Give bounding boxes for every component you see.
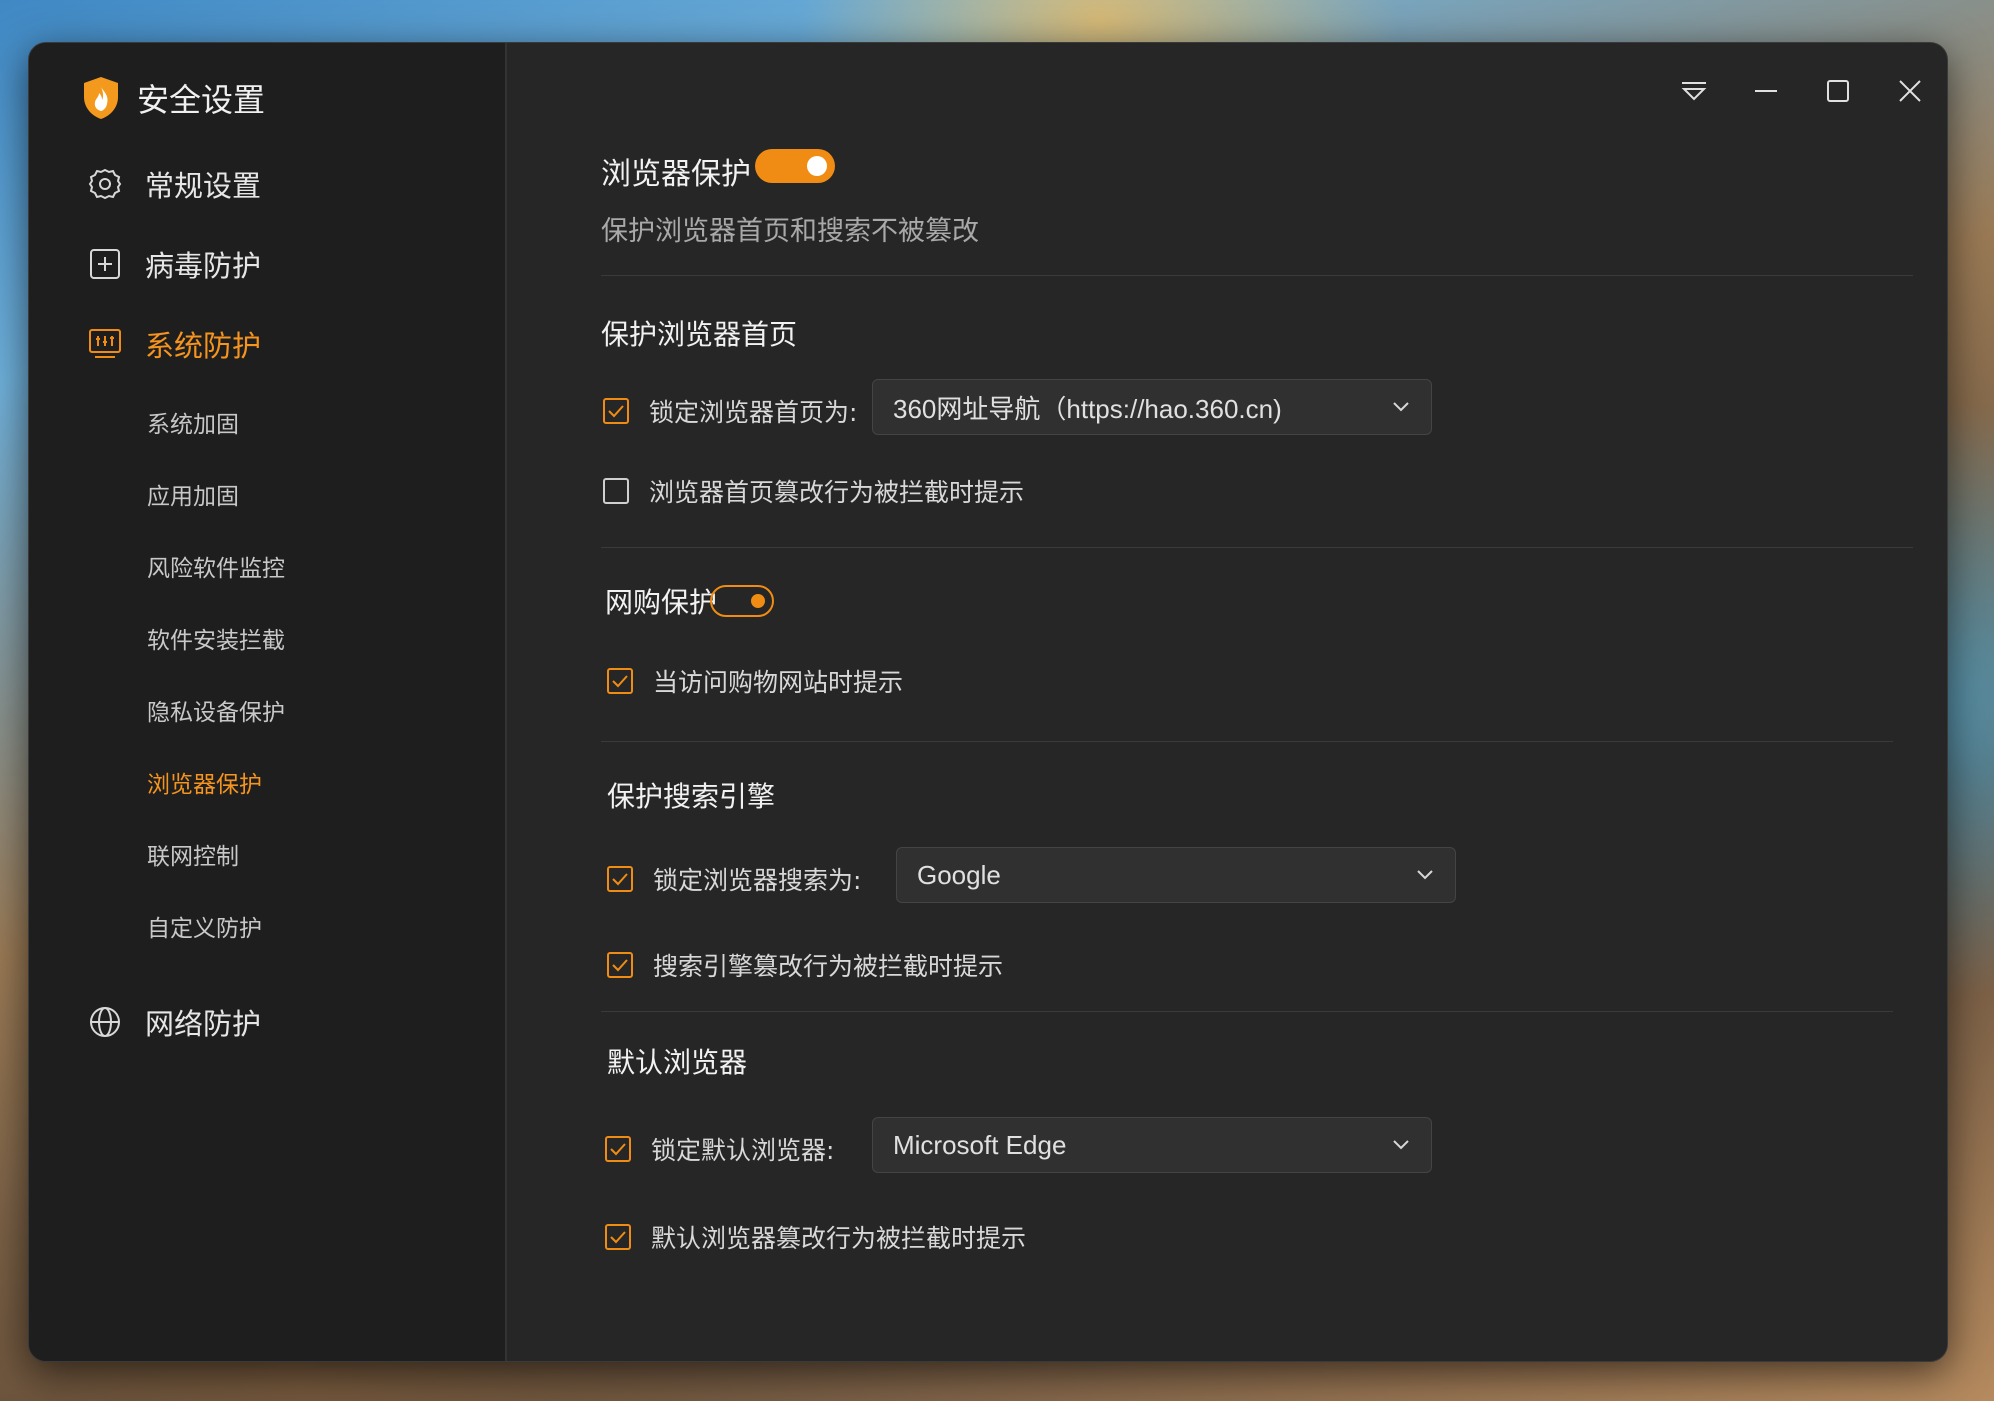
minimize-button[interactable] <box>1746 71 1786 111</box>
default-browser-prompt-label: 默认浏览器篡改行为被拦截时提示 <box>651 1224 1027 1253</box>
sidebar-sub-app-hardening[interactable]: 应用加固 <box>147 477 239 511</box>
search-lock-label: 锁定浏览器搜索为: <box>653 866 862 895</box>
sidebar-item-general[interactable]: 常规设置 <box>87 163 261 205</box>
sidebar-item-label: 系统防护 <box>145 329 262 363</box>
sidebar-item-network[interactable]: 网络防护 <box>87 1001 261 1043</box>
default-browser-lock-row: 锁定默认浏览器: <box>605 1131 834 1167</box>
search-prompt-label: 搜索引擎篡改行为被拦截时提示 <box>653 952 1004 981</box>
main-panel: 浏览器保护 保护浏览器首页和搜索不被篡改 保护浏览器首页 锁定浏览器首页为: 3… <box>509 43 1947 1361</box>
maximize-button[interactable] <box>1818 71 1858 111</box>
sidebar-sub-install-block[interactable]: 软件安装拦截 <box>147 621 285 655</box>
app-title-bar: 安全设置 <box>81 75 265 121</box>
default-browser-prompt-row: 默认浏览器篡改行为被拦截时提示 <box>605 1219 1026 1255</box>
homepage-select-value: 360网址导航（https://hao.360.cn) <box>893 393 1282 424</box>
section-title-homepage: 保护浏览器首页 <box>601 318 798 351</box>
shopping-prompt-row: 当访问购物网站时提示 <box>607 663 903 699</box>
divider <box>601 741 1893 742</box>
homepage-lock-label: 锁定浏览器首页为: <box>649 398 858 427</box>
checkmark-icon <box>610 1143 626 1156</box>
sidebar-sub-browser-protection[interactable]: 浏览器保护 <box>147 765 262 799</box>
sidebar-sub-risk-software[interactable]: 风险软件监控 <box>147 549 285 583</box>
sidebar-sub-network-control[interactable]: 联网控制 <box>147 837 239 871</box>
shopping-prompt-checkbox[interactable] <box>607 668 633 694</box>
search-prompt-checkbox[interactable] <box>607 952 633 978</box>
sidebar: 安全设置 常规设置 病毒防护 系统防护 系统加固 应用加固 风险软件监控 软件安… <box>29 43 507 1361</box>
chevron-down-icon <box>1393 402 1409 412</box>
close-button[interactable] <box>1890 71 1930 111</box>
homepage-lock-checkbox[interactable] <box>603 398 629 424</box>
app-title: 安全设置 <box>137 81 266 119</box>
homepage-prompt-label: 浏览器首页篡改行为被拦截时提示 <box>649 478 1025 507</box>
settings-window: 安全设置 常规设置 病毒防护 系统防护 系统加固 应用加固 风险软件监控 软件安… <box>28 42 1948 1362</box>
sidebar-item-label: 常规设置 <box>145 169 262 203</box>
default-browser-select-value: Microsoft Edge <box>893 1129 1067 1160</box>
search-lock-row: 锁定浏览器搜索为: <box>607 861 861 897</box>
search-engine-select-value: Google <box>917 859 1001 890</box>
shopping-protection-toggle[interactable] <box>710 585 774 617</box>
default-browser-prompt-checkbox[interactable] <box>605 1224 631 1250</box>
sidebar-sub-privacy-device[interactable]: 隐私设备保护 <box>147 693 285 727</box>
checkmark-icon <box>608 405 624 418</box>
checkmark-icon <box>610 1231 626 1244</box>
homepage-select[interactable]: 360网址导航（https://hao.360.cn) <box>872 379 1432 435</box>
search-lock-checkbox[interactable] <box>607 866 633 892</box>
divider <box>601 1011 1893 1012</box>
globe-icon <box>87 1004 123 1040</box>
browser-protection-toggle[interactable] <box>755 149 835 183</box>
homepage-prompt-row: 浏览器首页篡改行为被拦截时提示 <box>603 473 1024 509</box>
page-description: 保护浏览器首页和搜索不被篡改 <box>601 216 979 247</box>
menu-dropdown-button[interactable] <box>1674 71 1714 111</box>
close-icon <box>1899 80 1921 102</box>
menu-icon <box>1681 82 1707 101</box>
sidebar-item-system[interactable]: 系统防护 <box>87 323 261 365</box>
search-engine-select[interactable]: Google <box>896 847 1456 903</box>
sidebar-sub-custom-protection[interactable]: 自定义防护 <box>147 909 262 943</box>
chevron-down-icon <box>1393 1140 1409 1150</box>
homepage-prompt-checkbox[interactable] <box>603 478 629 504</box>
minimize-icon <box>1755 90 1777 92</box>
checkmark-icon <box>612 959 628 972</box>
divider <box>601 547 1913 548</box>
sidebar-item-virus[interactable]: 病毒防护 <box>87 243 261 285</box>
plus-box-icon <box>87 246 123 282</box>
section-title-default-browser: 默认浏览器 <box>607 1046 748 1079</box>
default-browser-lock-checkbox[interactable] <box>605 1136 631 1162</box>
chevron-down-icon <box>1417 870 1433 880</box>
checkmark-icon <box>612 675 628 688</box>
shopping-prompt-label: 当访问购物网站时提示 <box>653 668 904 697</box>
section-title-shopping: 网购保护 <box>605 586 718 619</box>
checkmark-icon <box>612 873 628 886</box>
system-panel-icon <box>87 326 123 362</box>
homepage-lock-row: 锁定浏览器首页为: <box>603 393 857 429</box>
default-browser-lock-label: 锁定默认浏览器: <box>651 1136 835 1165</box>
sidebar-item-label: 网络防护 <box>145 1007 262 1041</box>
sidebar-sub-system-hardening[interactable]: 系统加固 <box>147 405 239 439</box>
page-title: 浏览器保护 <box>601 157 751 192</box>
section-title-search: 保护搜索引擎 <box>607 780 776 813</box>
sidebar-item-label: 病毒防护 <box>145 249 262 283</box>
360-shield-logo-icon <box>84 77 118 119</box>
search-prompt-row: 搜索引擎篡改行为被拦截时提示 <box>607 947 1003 983</box>
maximize-icon <box>1827 80 1849 102</box>
default-browser-select[interactable]: Microsoft Edge <box>872 1117 1432 1173</box>
divider <box>601 275 1913 276</box>
gear-icon <box>87 166 123 202</box>
